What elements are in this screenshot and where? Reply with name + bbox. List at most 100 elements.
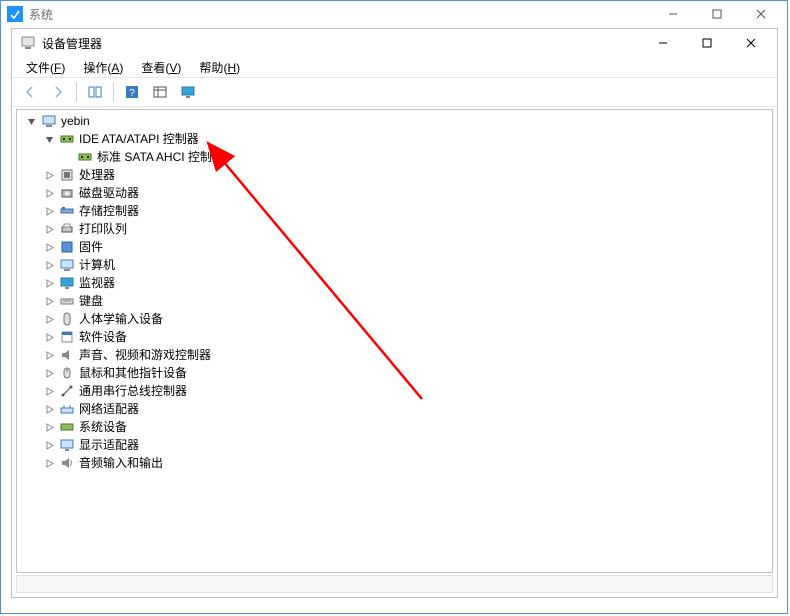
tree-item[interactable]: 通用串行总线控制器: [21, 382, 772, 400]
device-manager-icon: [20, 35, 36, 51]
expand-icon[interactable]: [43, 385, 55, 397]
inner-window-title: 设备管理器: [42, 35, 641, 52]
tree-item-label: 打印队列: [79, 220, 127, 238]
expand-icon[interactable]: [43, 331, 55, 343]
tree-item-label: 显示适配器: [79, 436, 139, 454]
status-bar: [16, 575, 773, 593]
inner-titlebar: 设备管理器: [12, 29, 777, 57]
monitor-view-button[interactable]: [175, 80, 201, 104]
expand-icon[interactable]: [43, 205, 55, 217]
inner-maximize-button[interactable]: [685, 30, 729, 56]
tree-item[interactable]: 计算机: [21, 256, 772, 274]
inner-window-controls: [641, 30, 773, 56]
system-window: 系统 设备管理器 文件(F) 操作(A) 查看(V) 帮助(H): [0, 0, 788, 614]
tree-item-label: 标准 SATA AHCI 控制器: [97, 148, 224, 166]
menu-view[interactable]: 查看(V): [133, 58, 189, 77]
tree-item-ide-controller[interactable]: IDE ATA/ATAPI 控制器: [21, 130, 772, 148]
expand-icon[interactable]: [43, 259, 55, 271]
details-view-button[interactable]: [147, 80, 173, 104]
no-toggle: [61, 151, 73, 163]
outer-maximize-button[interactable]: [695, 1, 739, 27]
software-icon: [59, 329, 75, 345]
device-tree: yebin IDE ATA/ATAPI 控制器 标准 SATA AHCI 控制器…: [17, 110, 772, 474]
expand-icon[interactable]: [43, 169, 55, 181]
controller-icon: [59, 131, 75, 147]
expand-icon[interactable]: [43, 403, 55, 415]
tree-item-label: 音频输入和输出: [79, 454, 163, 472]
tree-item[interactable]: 监视器: [21, 274, 772, 292]
tree-item-label: 处理器: [79, 166, 115, 184]
tree-item[interactable]: 显示适配器: [21, 436, 772, 454]
system-icon: [7, 6, 23, 22]
tree-item[interactable]: 磁盘驱动器: [21, 184, 772, 202]
tree-root-label: yebin: [61, 112, 90, 130]
expand-icon[interactable]: [43, 295, 55, 307]
tree-root[interactable]: yebin: [21, 112, 772, 130]
nav-forward-button[interactable]: [45, 80, 71, 104]
tree-item[interactable]: 声音、视频和游戏控制器: [21, 346, 772, 364]
show-hide-tree-button[interactable]: [82, 80, 108, 104]
menu-bar: 文件(F) 操作(A) 查看(V) 帮助(H): [12, 57, 777, 77]
expand-icon[interactable]: [43, 457, 55, 469]
sound-icon: [59, 347, 75, 363]
tree-item-label: 鼠标和其他指针设备: [79, 364, 187, 382]
expand-icon[interactable]: [43, 367, 55, 379]
tree-item[interactable]: 处理器: [21, 166, 772, 184]
expand-icon[interactable]: [43, 241, 55, 253]
display-icon: [59, 437, 75, 453]
cpu-icon: [59, 167, 75, 183]
menu-file[interactable]: 文件(F): [18, 58, 73, 77]
tree-item[interactable]: 音频输入和输出: [21, 454, 772, 472]
tree-item-label: 系统设备: [79, 418, 127, 436]
tree-item-label: 计算机: [79, 256, 115, 274]
inner-close-button[interactable]: [729, 30, 773, 56]
mouse-icon: [59, 365, 75, 381]
disk-icon: [59, 185, 75, 201]
tree-item-label: 软件设备: [79, 328, 127, 346]
tree-item[interactable]: 人体学输入设备: [21, 310, 772, 328]
outer-titlebar: 系统: [1, 1, 787, 27]
tree-item-label: 固件: [79, 238, 103, 256]
expand-icon[interactable]: [43, 349, 55, 361]
device-tree-panel[interactable]: yebin IDE ATA/ATAPI 控制器 标准 SATA AHCI 控制器…: [16, 109, 773, 573]
tree-item-label: IDE ATA/ATAPI 控制器: [79, 130, 199, 148]
expand-icon[interactable]: [43, 313, 55, 325]
system-icon: [59, 419, 75, 435]
tree-item[interactable]: 系统设备: [21, 418, 772, 436]
hid-icon: [59, 311, 75, 327]
tree-item[interactable]: 存储控制器: [21, 202, 772, 220]
outer-close-button[interactable]: [739, 1, 783, 27]
storage-icon: [59, 203, 75, 219]
printer-icon: [59, 221, 75, 237]
tree-item[interactable]: 键盘: [21, 292, 772, 310]
tree-item[interactable]: 软件设备: [21, 328, 772, 346]
tree-item[interactable]: 网络适配器: [21, 400, 772, 418]
inner-minimize-button[interactable]: [641, 30, 685, 56]
help-button[interactable]: ?: [119, 80, 145, 104]
toolbar-separator: [113, 82, 114, 102]
collapse-icon[interactable]: [25, 115, 37, 127]
tree-item[interactable]: 固件: [21, 238, 772, 256]
tree-item[interactable]: 鼠标和其他指针设备: [21, 364, 772, 382]
expand-icon[interactable]: [43, 223, 55, 235]
nav-back-button[interactable]: [17, 80, 43, 104]
outer-minimize-button[interactable]: [651, 1, 695, 27]
expand-icon[interactable]: [43, 439, 55, 451]
tree-item-sata-ahci[interactable]: 标准 SATA AHCI 控制器: [21, 148, 772, 166]
device-manager-window: 设备管理器 文件(F) 操作(A) 查看(V) 帮助(H) ?: [11, 28, 778, 598]
expand-icon[interactable]: [43, 277, 55, 289]
tree-item-label: 磁盘驱动器: [79, 184, 139, 202]
collapse-icon[interactable]: [43, 133, 55, 145]
expand-icon[interactable]: [43, 421, 55, 433]
network-icon: [59, 401, 75, 417]
menu-help[interactable]: 帮助(H): [191, 58, 248, 77]
keyboard-icon: [59, 293, 75, 309]
tree-item[interactable]: 打印队列: [21, 220, 772, 238]
tree-item-label: 存储控制器: [79, 202, 139, 220]
controller-icon: [77, 149, 93, 165]
expand-icon[interactable]: [43, 187, 55, 199]
computer-icon: [59, 257, 75, 273]
menu-action[interactable]: 操作(A): [75, 58, 131, 77]
tree-item-label: 监视器: [79, 274, 115, 292]
outer-window-controls: [651, 1, 783, 27]
